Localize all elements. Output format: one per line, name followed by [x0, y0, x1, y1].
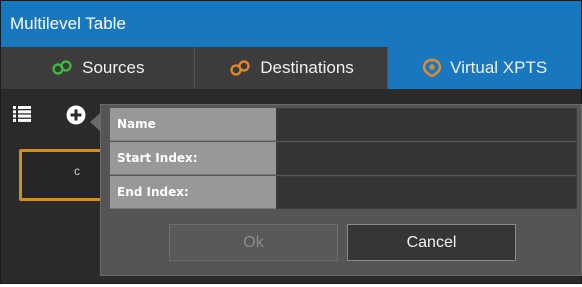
start-index-input[interactable] — [276, 142, 577, 175]
form-row-name: Name — [110, 108, 577, 142]
tab-bar: Sources Destinations Virtual XPTS — [1, 47, 582, 89]
end-index-input[interactable] — [276, 176, 577, 209]
add-circle-icon[interactable] — [66, 105, 86, 125]
list-icon[interactable] — [13, 106, 31, 122]
title-bar: Multilevel Table — [1, 1, 581, 47]
tab-destinations[interactable]: Destinations — [194, 47, 389, 89]
tab-sources-label: Sources — [82, 58, 145, 77]
background-item-text: c — [74, 164, 80, 178]
destinations-icon — [228, 60, 252, 76]
end-index-label: End Index: — [110, 176, 276, 209]
tab-virtual-xpts[interactable]: Virtual XPTS — [388, 47, 582, 89]
cancel-button[interactable]: Cancel — [347, 224, 516, 261]
tab-destinations-label: Destinations — [260, 58, 354, 77]
start-index-label: Start Index: — [110, 142, 276, 175]
form-row-end-index: End Index: — [110, 176, 577, 210]
form-row-start-index: Start Index: — [110, 142, 577, 176]
popup-pointer — [90, 113, 100, 131]
virtual-xpts-icon — [422, 59, 442, 77]
name-input[interactable] — [276, 108, 577, 141]
window-title: Multilevel Table — [10, 14, 126, 33]
tab-virtual-xpts-label: Virtual XPTS — [450, 58, 548, 77]
ok-button[interactable]: Ok — [169, 224, 338, 261]
name-label: Name — [110, 108, 276, 141]
tab-sources[interactable]: Sources — [1, 47, 195, 89]
add-entry-popup: Name Start Index: End Index: Ok Cancel — [100, 104, 582, 276]
multilevel-table-window: Multilevel Table Sources Destinations Vi… — [0, 0, 582, 284]
sources-icon — [50, 60, 74, 76]
